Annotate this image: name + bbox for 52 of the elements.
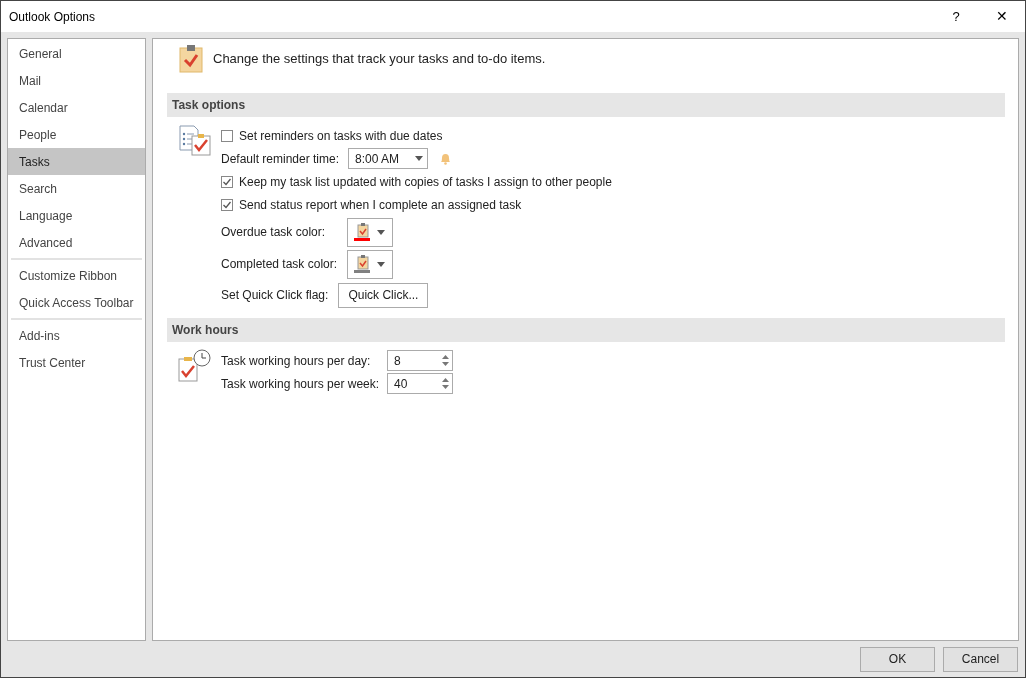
sidebar-item[interactable]: Quick Access Toolbar [8,289,145,316]
clipboard-check-icon [179,45,203,73]
quick-click-button[interactable]: Quick Click... [338,282,429,308]
clipboard-clock-icon [178,349,212,383]
close-button[interactable]: ✕ [979,1,1025,32]
sidebar-item[interactable]: Advanced [8,229,145,256]
caret-icon [377,229,385,235]
sidebar-item[interactable]: Mail [8,67,145,94]
sidebar-item[interactable]: Add-ins [8,322,145,349]
section-header: Work hours [167,318,1005,342]
sidebar-item[interactable]: People [8,121,145,148]
clipboard-check-icon [355,223,371,241]
checkbox-label: Send status report when I complete an assigned task [239,196,522,214]
field-label: Task working hours per day: [221,352,372,370]
caret-icon [415,156,424,161]
spinner-value: 8 [394,352,401,370]
sidebar-item[interactable]: Language [8,202,145,229]
page-description: Change the settings that track your tasks and to-do items. [213,50,546,69]
time-dropdown[interactable]: 8:00 AM [348,148,429,169]
sidebar-item[interactable]: Tasks [8,148,145,175]
field-label: Completed task color: [221,256,339,273]
field-label: Task working hours per week: [221,375,381,393]
window-title: Outlook Options [9,8,97,26]
checkbox[interactable] [221,175,233,188]
checkbox-label: Set reminders on tasks with due dates [239,127,443,145]
task-list-icon [178,124,212,156]
number-spinner[interactable]: 8 [387,350,453,371]
dropdown-value: 8:00 AM [355,150,400,168]
sidebar-item[interactable]: Trust Center [8,349,145,376]
color-picker[interactable] [347,217,393,247]
bell-icon [439,152,453,165]
field-label: Overdue task color: [221,224,327,241]
spin-arrows-icon[interactable] [442,377,449,390]
clipboard-check-icon [355,255,371,273]
dialog-button[interactable]: OK [860,646,935,672]
checkbox[interactable] [221,198,233,211]
checkbox[interactable] [221,129,233,142]
section-header: Task options [167,93,1005,117]
field-label: Set Quick Click flag: [221,287,329,304]
color-picker[interactable] [347,249,393,279]
field-label: Default reminder time: [221,150,340,168]
help-button[interactable]: ? [933,1,979,32]
dialog-button[interactable]: Cancel [943,646,1018,672]
sidebar-item[interactable]: Customize Ribbon [8,262,145,289]
spin-arrows-icon[interactable] [442,354,449,367]
sidebar-item[interactable]: General [8,40,145,67]
sidebar-item[interactable]: Calendar [8,94,145,121]
caret-icon [377,261,385,267]
spinner-value: 40 [394,375,408,393]
number-spinner[interactable]: 40 [387,373,453,394]
sidebar-item[interactable]: Search [8,175,145,202]
checkbox-label: Keep my task list updated with copies of tasks I assign to other people [239,173,612,191]
